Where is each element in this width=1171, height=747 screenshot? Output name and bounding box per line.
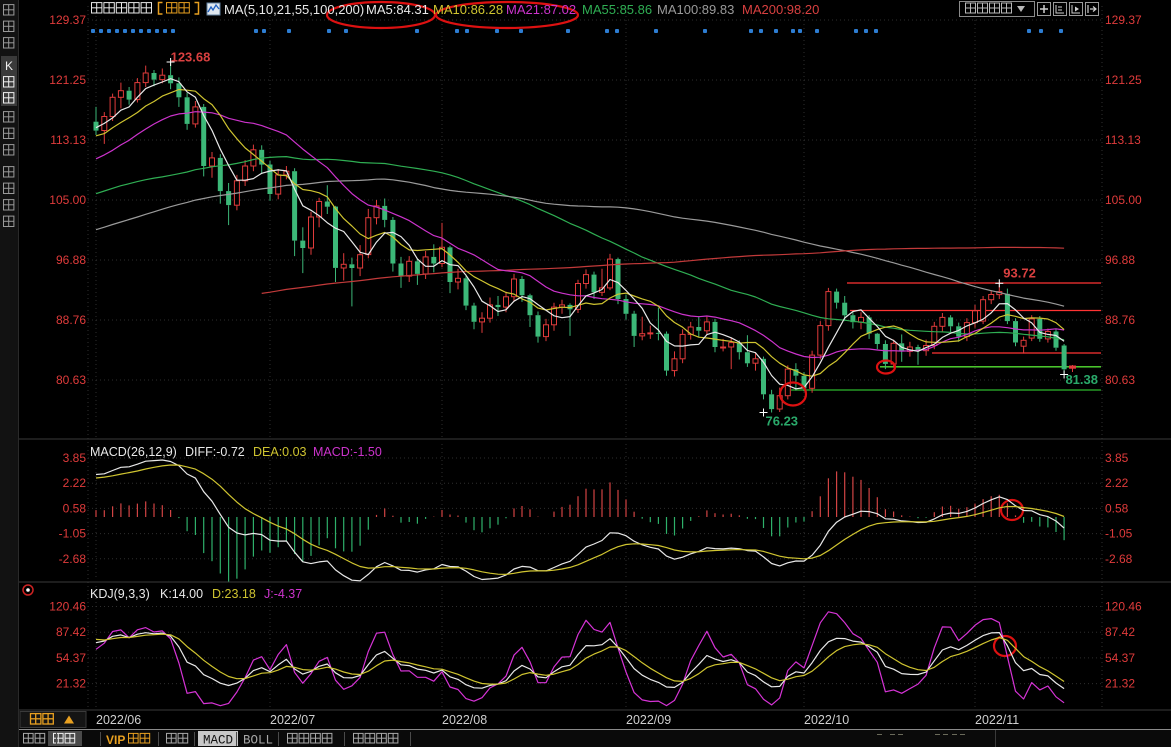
svg-text:129.37: 129.37 xyxy=(49,13,86,27)
svg-text:2022/06: 2022/06 xyxy=(96,713,141,727)
svg-text:76.23: 76.23 xyxy=(766,414,799,429)
svg-text:2.22: 2.22 xyxy=(63,476,87,490)
svg-text:21.32: 21.32 xyxy=(56,677,86,691)
svg-text:105.00: 105.00 xyxy=(1105,193,1142,207)
svg-text:MACD:-1.50: MACD:-1.50 xyxy=(313,445,382,459)
svg-text:-1.05: -1.05 xyxy=(59,527,87,541)
svg-text:3.85: 3.85 xyxy=(63,451,87,465)
svg-text:MA10:86.28: MA10:86.28 xyxy=(433,2,503,17)
svg-text:-1.05: -1.05 xyxy=(1105,527,1133,541)
svg-text:DIFF:-0.72: DIFF:-0.72 xyxy=(185,445,245,459)
svg-text:2022/07: 2022/07 xyxy=(270,713,315,727)
svg-text:54.37: 54.37 xyxy=(56,651,86,665)
svg-text:96.88: 96.88 xyxy=(1105,253,1135,267)
svg-text:K:14.00: K:14.00 xyxy=(160,587,203,601)
svg-text:0.58: 0.58 xyxy=(1105,501,1129,515)
svg-text:54.37: 54.37 xyxy=(1105,651,1135,665)
svg-text:129.37: 129.37 xyxy=(1105,13,1142,27)
svg-text:87.42: 87.42 xyxy=(1105,625,1135,639)
svg-text:123.68: 123.68 xyxy=(171,50,211,65)
svg-text:80.63: 80.63 xyxy=(1105,373,1135,387)
svg-text:MA55:85.86: MA55:85.86 xyxy=(582,2,652,17)
svg-text:2.22: 2.22 xyxy=(1105,476,1129,490)
svg-text:81.38: 81.38 xyxy=(1065,372,1098,387)
svg-text:J:-4.37: J:-4.37 xyxy=(264,587,302,601)
svg-text:DEA:0.03: DEA:0.03 xyxy=(253,445,307,459)
svg-text:120.46: 120.46 xyxy=(1105,600,1142,614)
svg-text:VIP: VIP xyxy=(106,733,125,747)
svg-text:120.46: 120.46 xyxy=(49,600,86,614)
svg-text:KDJ(9,3,3): KDJ(9,3,3) xyxy=(90,587,150,601)
svg-text:2022/08: 2022/08 xyxy=(442,713,487,727)
svg-text:2022/10: 2022/10 xyxy=(804,713,849,727)
svg-text:-2.68: -2.68 xyxy=(1105,552,1133,566)
svg-text:121.25: 121.25 xyxy=(1105,73,1142,87)
svg-text:MACD: MACD xyxy=(203,734,233,747)
svg-text:80.63: 80.63 xyxy=(56,373,86,387)
svg-text:K: K xyxy=(5,59,13,73)
svg-text:87.42: 87.42 xyxy=(56,625,86,639)
svg-text:-2.68: -2.68 xyxy=(59,552,87,566)
svg-text:121.25: 121.25 xyxy=(49,73,86,87)
svg-text:MA200:98.20: MA200:98.20 xyxy=(742,2,819,17)
svg-text:0.58: 0.58 xyxy=(63,501,87,515)
svg-text:MA5:84.31: MA5:84.31 xyxy=(366,2,429,17)
svg-text:88.76: 88.76 xyxy=(56,313,86,327)
svg-text:96.88: 96.88 xyxy=(56,253,86,267)
svg-text:88.76: 88.76 xyxy=(1105,313,1135,327)
svg-text:2022/11: 2022/11 xyxy=(975,713,1019,727)
svg-text:113.13: 113.13 xyxy=(50,133,86,147)
svg-text:D:23.18: D:23.18 xyxy=(212,587,256,601)
svg-text:2022/09: 2022/09 xyxy=(626,713,671,727)
svg-text:21.32: 21.32 xyxy=(1105,677,1135,691)
svg-text:MA(5,10,21,55,100,200): MA(5,10,21,55,100,200) xyxy=(224,2,364,17)
svg-text:MACD(26,12,9): MACD(26,12,9) xyxy=(90,445,177,459)
svg-text:BOLL: BOLL xyxy=(243,734,273,747)
svg-text:93.72: 93.72 xyxy=(1003,265,1036,280)
svg-text:105.00: 105.00 xyxy=(49,193,86,207)
svg-text:MA21:87.02: MA21:87.02 xyxy=(506,2,576,17)
svg-text:113.13: 113.13 xyxy=(1105,133,1141,147)
svg-text:MA100:89.83: MA100:89.83 xyxy=(657,2,734,17)
svg-text:3.85: 3.85 xyxy=(1105,451,1129,465)
